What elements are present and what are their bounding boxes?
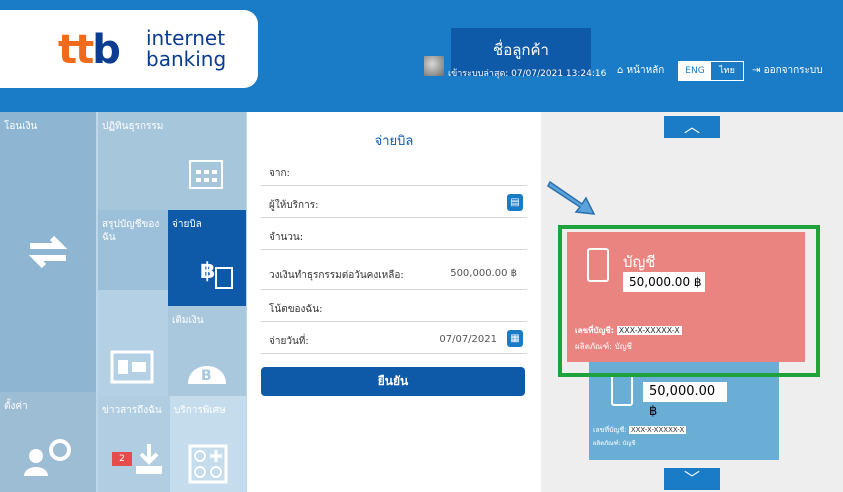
account-number-row: เลขที่บัญชี: XXX-X-XXXXX-X (593, 425, 687, 436)
memo-label: โน้ตของฉัน: (269, 304, 323, 315)
tile-summary[interactable]: สรุปบัญชีของฉัน (98, 210, 168, 290)
header: ttb internet banking ชื่อลูกค้า เข้าระบบ… (0, 0, 843, 112)
logo[interactable]: ttb internet banking (0, 10, 258, 88)
confirm-button[interactable]: ยืนยัน (261, 367, 525, 396)
id-card-icon (110, 350, 154, 384)
logo-text: internet banking (146, 28, 226, 70)
tile-documents[interactable] (98, 290, 168, 396)
svg-text:B: B (201, 368, 212, 384)
chevron-up-icon[interactable]: ︿ (664, 116, 720, 138)
memo-field[interactable]: โน้ตของฉัน: (261, 290, 527, 322)
phone-money-icon (611, 374, 633, 406)
clipboard-icon[interactable]: ▤ (507, 194, 523, 211)
highlight-box (558, 225, 820, 377)
svg-text:฿: ฿ (200, 259, 215, 284)
daily-limit-label: วงเงินทำธุรกรรมต่อวันคงเหลือ: (269, 270, 404, 281)
settings-user-icon (24, 439, 71, 476)
panel-pointer (534, 158, 542, 178)
amount-field[interactable]: จำนวน: (261, 218, 527, 250)
logo-line-2: banking (146, 47, 227, 71)
logout-label: ออกจากระบบ (763, 65, 823, 76)
add-widget-icon (188, 444, 228, 484)
tile-topup[interactable]: เติมเงิน B (168, 306, 246, 396)
form-title: จ่ายบิล (374, 134, 414, 149)
tile-special-services-label: บริการพิเศษ (174, 405, 226, 416)
notification-badge: 2 (112, 452, 132, 466)
account-balance: 50,000.00 ฿ (643, 382, 727, 419)
account-number-label: เลขที่บัญชี: (593, 426, 627, 434)
tile-settings-label: ตั้งค่า (4, 401, 28, 412)
bill-icon: ฿ (200, 259, 233, 289)
pay-date-label: จ่ายวันที่: (269, 336, 309, 347)
from-label: จาก: (269, 168, 290, 179)
tile-settings[interactable]: ตั้งค่า (0, 392, 96, 492)
amount-label: จำนวน: (269, 232, 304, 243)
tile-summary-label: สรุปบัญชีของฉัน (102, 219, 160, 243)
transfer-icon (28, 235, 68, 269)
menu-tiles: โอนเงิน ปฏิทินธุรกรรม สรุปบัญชีของฉัน จ่… (0, 112, 247, 492)
last-login: เข้าระบบล่าสุด: 07/07/2021 13:24:16 (448, 69, 607, 79)
product-value: บัญชี (622, 440, 636, 447)
daily-limit-value: 500,000.00 ฿ (450, 268, 517, 279)
logo-mark: ttb (58, 27, 121, 73)
tile-calendar[interactable]: ปฏิทินธุรกรรม (98, 112, 246, 210)
calendar-picker-icon[interactable]: ▦ (507, 330, 523, 347)
home-label: หน้าหลัก (626, 65, 665, 76)
home-link[interactable]: ⌂ หน้าหลัก (617, 63, 664, 78)
logout-link[interactable]: ⇥ ออกจากระบบ (752, 63, 823, 78)
pay-date-value: 07/07/2021 (439, 334, 497, 345)
tile-news[interactable]: ข่าวสารถึงฉัน 2 (98, 396, 170, 492)
logo-line-1: internet (146, 26, 226, 50)
lang-thai-button[interactable]: ไทย (711, 62, 743, 80)
tile-billpay[interactable]: จ่ายบิล ฿ (168, 210, 246, 306)
chevron-down-icon[interactable]: ﹀ (664, 468, 720, 490)
calendar-icon (189, 160, 223, 189)
product-row: ผลิตภัณฑ์: บัญชี (593, 438, 636, 448)
biller-label: ผู้ให้บริการ: (269, 200, 319, 211)
tile-transfer-label: โอนเงิน (4, 121, 38, 132)
avatar[interactable] (424, 56, 444, 76)
logout-icon: ⇥ (752, 65, 761, 76)
from-field[interactable]: จาก: (261, 154, 527, 186)
tile-special-services[interactable]: บริการพิเศษ (170, 396, 246, 492)
account-number: XXX-X-XXXXX-X (628, 426, 687, 434)
daily-limit-row: วงเงินทำธุรกรรมต่อวันคงเหลือ: 500,000.00… (261, 256, 527, 290)
tile-calendar-label: ปฏิทินธุรกรรม (102, 121, 164, 132)
language-toggle[interactable]: ENG ไทย (678, 61, 744, 81)
tile-transfer[interactable]: โอนเงิน (0, 112, 96, 392)
tile-topup-label: เติมเงิน (172, 315, 204, 326)
pay-date-field[interactable]: จ่ายวันที่: 07/07/2021 ▦ (261, 322, 527, 354)
tile-news-label: ข่าวสารถึงฉัน (102, 405, 162, 416)
biller-field[interactable]: ผู้ให้บริการ: ▤ (261, 186, 527, 218)
bill-payment-form: จ่ายบิล จาก: ผู้ให้บริการ: ▤ จำนวน: วงเง… (247, 112, 541, 492)
tile-billpay-label: จ่ายบิล (172, 219, 202, 230)
home-icon: ⌂ (617, 65, 624, 76)
piggy-bank-icon: B (188, 366, 226, 384)
product-label: ผลิตภัณฑ์: (593, 440, 621, 447)
arrow-icon (547, 180, 596, 215)
lang-eng-button[interactable]: ENG (679, 62, 711, 80)
inbox-download-icon (136, 444, 162, 474)
